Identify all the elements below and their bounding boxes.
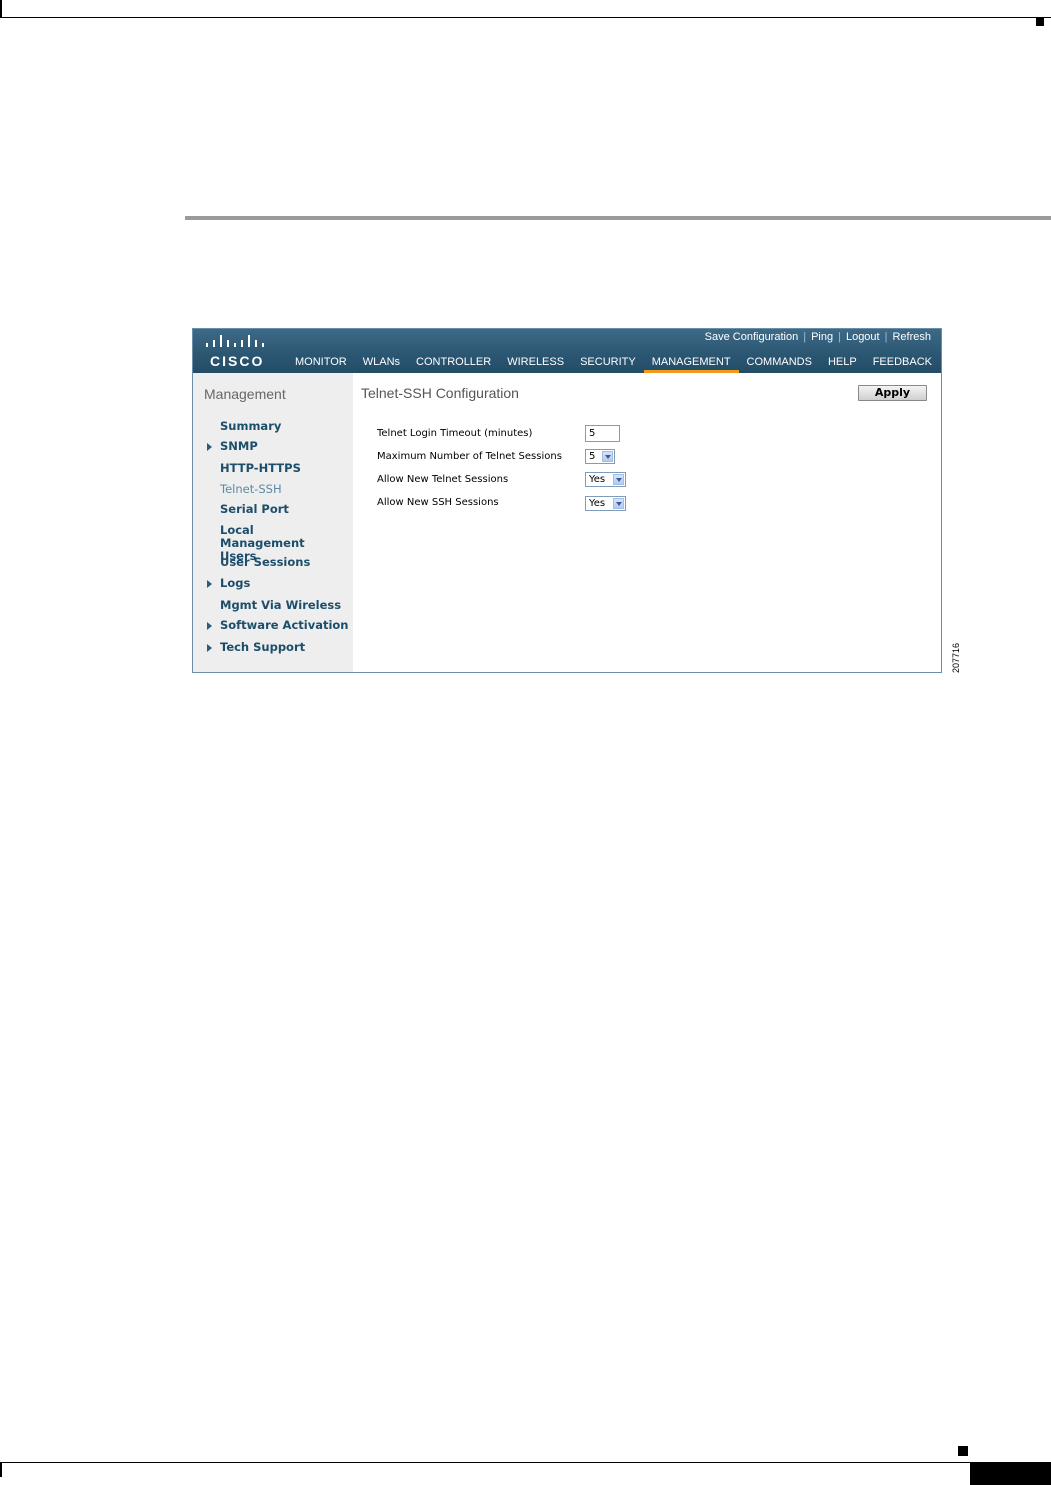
nav-feedback[interactable]: FEEDBACK xyxy=(865,354,940,373)
sidebar-item-user-sessions[interactable]: User Sessions xyxy=(220,556,310,569)
logout-link[interactable]: Logout xyxy=(846,331,880,343)
page-number-tab xyxy=(970,1463,1051,1485)
page-top-tick xyxy=(0,0,2,17)
sidebar-item-mgmt-via-wireless[interactable]: Mgmt Via Wireless xyxy=(220,599,341,612)
max-sessions-select[interactable]: 5 xyxy=(585,449,615,464)
nav-commands[interactable]: COMMANDS xyxy=(739,354,820,373)
figure-number: 207716 xyxy=(951,642,961,673)
sidebar-item-logs[interactable]: Logs xyxy=(220,577,250,590)
allow-ssh-value: Yes xyxy=(589,498,606,509)
sidebar: Management Summary SNMP HTTP-HTTPS Telne… xyxy=(193,373,353,672)
nav-monitor[interactable]: MONITOR xyxy=(287,354,355,373)
apply-button[interactable]: Apply xyxy=(858,385,927,401)
refresh-link[interactable]: Refresh xyxy=(892,331,931,343)
save-configuration-link[interactable]: Save Configuration xyxy=(705,331,799,343)
sidebar-item-tech-support[interactable]: Tech Support xyxy=(220,641,305,654)
cisco-logo-icon xyxy=(206,335,264,347)
nav-help[interactable]: HELP xyxy=(820,354,865,373)
timeout-label: Telnet Login Timeout (minutes) xyxy=(377,428,533,439)
allow-ssh-label: Allow New SSH Sessions xyxy=(377,497,499,508)
utility-links: Save Configuration | Ping | Logout | Ref… xyxy=(705,331,931,343)
chevron-down-icon[interactable] xyxy=(602,451,613,462)
allow-ssh-select[interactable]: Yes xyxy=(585,496,626,511)
allow-telnet-label: Allow New Telnet Sessions xyxy=(377,474,509,485)
page-bottom-rule xyxy=(0,1462,1051,1463)
ping-link[interactable]: Ping xyxy=(811,331,833,343)
sidebar-item-serial-port[interactable]: Serial Port xyxy=(220,503,289,516)
sidebar-item-summary[interactable]: Summary xyxy=(220,420,281,433)
page-bottom-mark xyxy=(958,1446,968,1456)
nav-controller[interactable]: CONTROLLER xyxy=(408,354,499,373)
util-separator: | xyxy=(838,331,841,343)
main-nav: MONITOR WLANs CONTROLLER WIRELESS SECURI… xyxy=(287,354,940,373)
expand-arrow-icon[interactable] xyxy=(207,580,212,588)
sidebar-title: Management xyxy=(204,386,286,402)
util-separator: | xyxy=(803,331,807,343)
util-separator: | xyxy=(884,331,888,343)
sidebar-item-telnet-ssh[interactable]: Telnet-SSH xyxy=(220,483,282,496)
allow-telnet-value: Yes xyxy=(589,474,606,485)
nav-wlans[interactable]: WLANs xyxy=(355,354,408,373)
nav-wireless[interactable]: WIRELESS xyxy=(499,354,572,373)
cisco-logo-text: CISCO xyxy=(210,353,265,369)
controller-screenshot: CISCO Save Configuration | Ping | Logout… xyxy=(192,328,942,673)
chevron-down-icon[interactable] xyxy=(613,498,624,509)
expand-arrow-icon[interactable] xyxy=(207,622,212,630)
nav-management[interactable]: MANAGEMENT xyxy=(643,354,739,373)
sidebar-item-snmp[interactable]: SNMP xyxy=(220,440,258,453)
max-sessions-label: Maximum Number of Telnet Sessions xyxy=(377,451,562,462)
page-top-rule xyxy=(0,17,1051,18)
allow-telnet-select[interactable]: Yes xyxy=(585,472,626,487)
expand-arrow-icon[interactable] xyxy=(207,644,212,652)
expand-arrow-icon[interactable] xyxy=(207,443,212,451)
nav-security[interactable]: SECURITY xyxy=(572,354,644,373)
timeout-input[interactable]: 5 xyxy=(585,425,620,442)
chevron-down-icon[interactable] xyxy=(613,474,624,485)
page-corner-mark xyxy=(1036,18,1044,26)
page-bottom-tick xyxy=(0,1463,2,1477)
page-title: Telnet-SSH Configuration xyxy=(361,385,519,401)
max-sessions-value: 5 xyxy=(589,451,596,462)
sidebar-item-software-activation[interactable]: Software Activation xyxy=(220,619,348,632)
section-divider xyxy=(185,216,1051,220)
sidebar-item-http-https[interactable]: HTTP-HTTPS xyxy=(220,462,301,475)
top-bar: CISCO Save Configuration | Ping | Logout… xyxy=(193,329,941,373)
